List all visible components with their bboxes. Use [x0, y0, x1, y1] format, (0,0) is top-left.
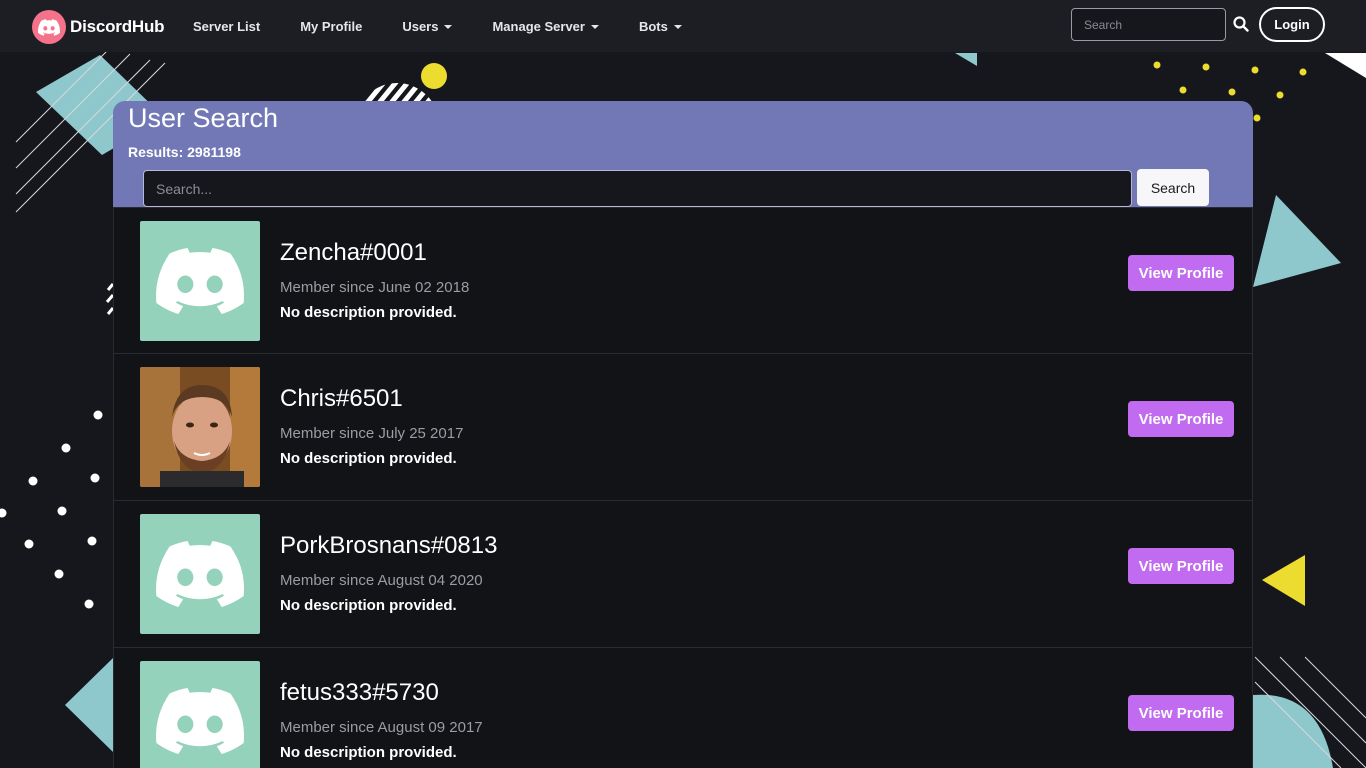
- user-description: No description provided.: [280, 597, 457, 614]
- avatar: [140, 514, 260, 634]
- nav-link-label: Server List: [193, 18, 261, 34]
- nav-link-label: My Profile: [300, 18, 363, 34]
- avatar: [140, 367, 260, 487]
- nav-dropdown-manage-server[interactable]: Manage Server: [492, 19, 599, 34]
- photo-avatar-icon: [140, 367, 260, 487]
- brand-name: DiscordHub: [70, 17, 165, 36]
- member-since: Member since July 25 2017: [280, 425, 464, 442]
- user-description: No description provided.: [280, 304, 457, 321]
- discord-default-icon: [156, 541, 244, 607]
- nav-dropdown-users[interactable]: Users: [402, 18, 453, 34]
- username: Chris#6501: [280, 385, 403, 412]
- nav-links: Server List My Profile Users Manage Serv…: [193, 0, 682, 52]
- discord-default-icon: [156, 688, 244, 754]
- user-list-item: PorkBrosnans#0813 Member since August 04…: [113, 501, 1253, 648]
- user-list-item: Zencha#0001 Member since June 02 2018 No…: [113, 207, 1253, 354]
- nav-link-label: Bots: [638, 18, 668, 34]
- view-profile-button[interactable]: View Profile: [1128, 695, 1234, 731]
- user-search-input[interactable]: [143, 170, 1132, 207]
- member-since: Member since August 09 2017: [280, 719, 483, 736]
- search-button[interactable]: Search: [1137, 169, 1209, 206]
- nav-link-label: Users: [402, 18, 439, 34]
- results-label: Results:: [128, 144, 184, 160]
- nav-link-my-profile[interactable]: My Profile: [300, 19, 362, 34]
- nav-dropdown-bots[interactable]: Bots: [639, 19, 682, 34]
- view-profile-button[interactable]: View Profile: [1128, 255, 1234, 291]
- avatar: [140, 661, 260, 768]
- user-description: No description provided.: [280, 744, 457, 761]
- discord-logo-icon: [32, 10, 66, 44]
- view-profile-button[interactable]: View Profile: [1128, 548, 1234, 584]
- nav-search-input[interactable]: [1071, 8, 1226, 41]
- caret-down-icon: [673, 24, 682, 29]
- user-results-list: Zencha#0001 Member since June 02 2018 No…: [113, 207, 1253, 768]
- discord-default-icon: [156, 248, 244, 314]
- user-description: No description provided.: [280, 450, 457, 467]
- username: fetus333#5730: [280, 679, 439, 706]
- nav-link-label: Manage Server: [492, 18, 585, 34]
- caret-down-icon: [444, 24, 453, 29]
- user-list-item: fetus333#5730 Member since August 09 201…: [113, 648, 1253, 768]
- nav-link-server-list[interactable]: Server List: [193, 19, 260, 34]
- avatar: [140, 221, 260, 341]
- page-title: User Search: [128, 103, 279, 133]
- member-since: Member since August 04 2020: [280, 572, 483, 589]
- user-list-item: Chris#6501 Member since July 25 2017 No …: [113, 354, 1253, 501]
- user-search-panel: User Search Results: 2981198 Search: [113, 101, 1253, 207]
- member-since: Member since June 02 2018: [280, 279, 470, 296]
- username: Zencha#0001: [280, 239, 427, 266]
- brand-logo-link[interactable]: DiscordHub: [32, 10, 165, 44]
- view-profile-button[interactable]: View Profile: [1128, 401, 1234, 437]
- username: PorkBrosnans#0813: [280, 532, 498, 559]
- login-button[interactable]: Login: [1259, 7, 1325, 42]
- top-navbar: DiscordHub Server List My Profile Users …: [0, 0, 1366, 52]
- caret-down-icon: [590, 24, 599, 29]
- results-number: 2981198: [187, 144, 241, 160]
- results-count: Results: 2981198: [128, 144, 241, 160]
- search-icon[interactable]: [1233, 16, 1249, 32]
